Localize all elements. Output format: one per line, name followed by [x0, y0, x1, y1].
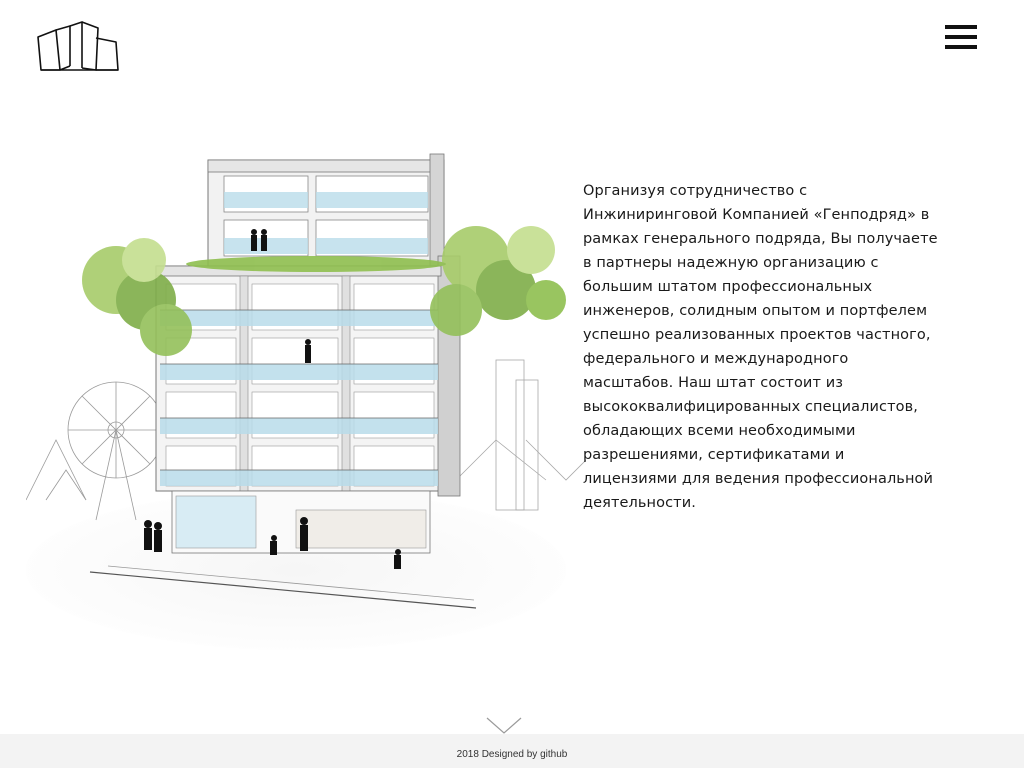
menu-bar	[945, 45, 977, 49]
footer-credit: 2018 Designed by github	[456, 749, 568, 760]
chevron-down-icon[interactable]	[486, 716, 522, 736]
menu-bar	[945, 25, 977, 29]
upper-floors	[207, 153, 445, 271]
menu-bar	[945, 35, 977, 39]
main-floors	[155, 255, 461, 554]
building-illustration	[26, 153, 586, 650]
page: Организуя сотрудничество с Инжинирингово…	[0, 0, 1024, 768]
ferris-wheel-sketch	[26, 381, 165, 521]
city-sketch	[455, 359, 586, 511]
footer: 2018 Designed by github	[0, 734, 1024, 768]
company-description: Организуя сотрудничество с Инжинирингово…	[583, 183, 938, 511]
logo-icon[interactable]	[36, 18, 120, 72]
hamburger-menu-icon[interactable]	[945, 24, 979, 52]
